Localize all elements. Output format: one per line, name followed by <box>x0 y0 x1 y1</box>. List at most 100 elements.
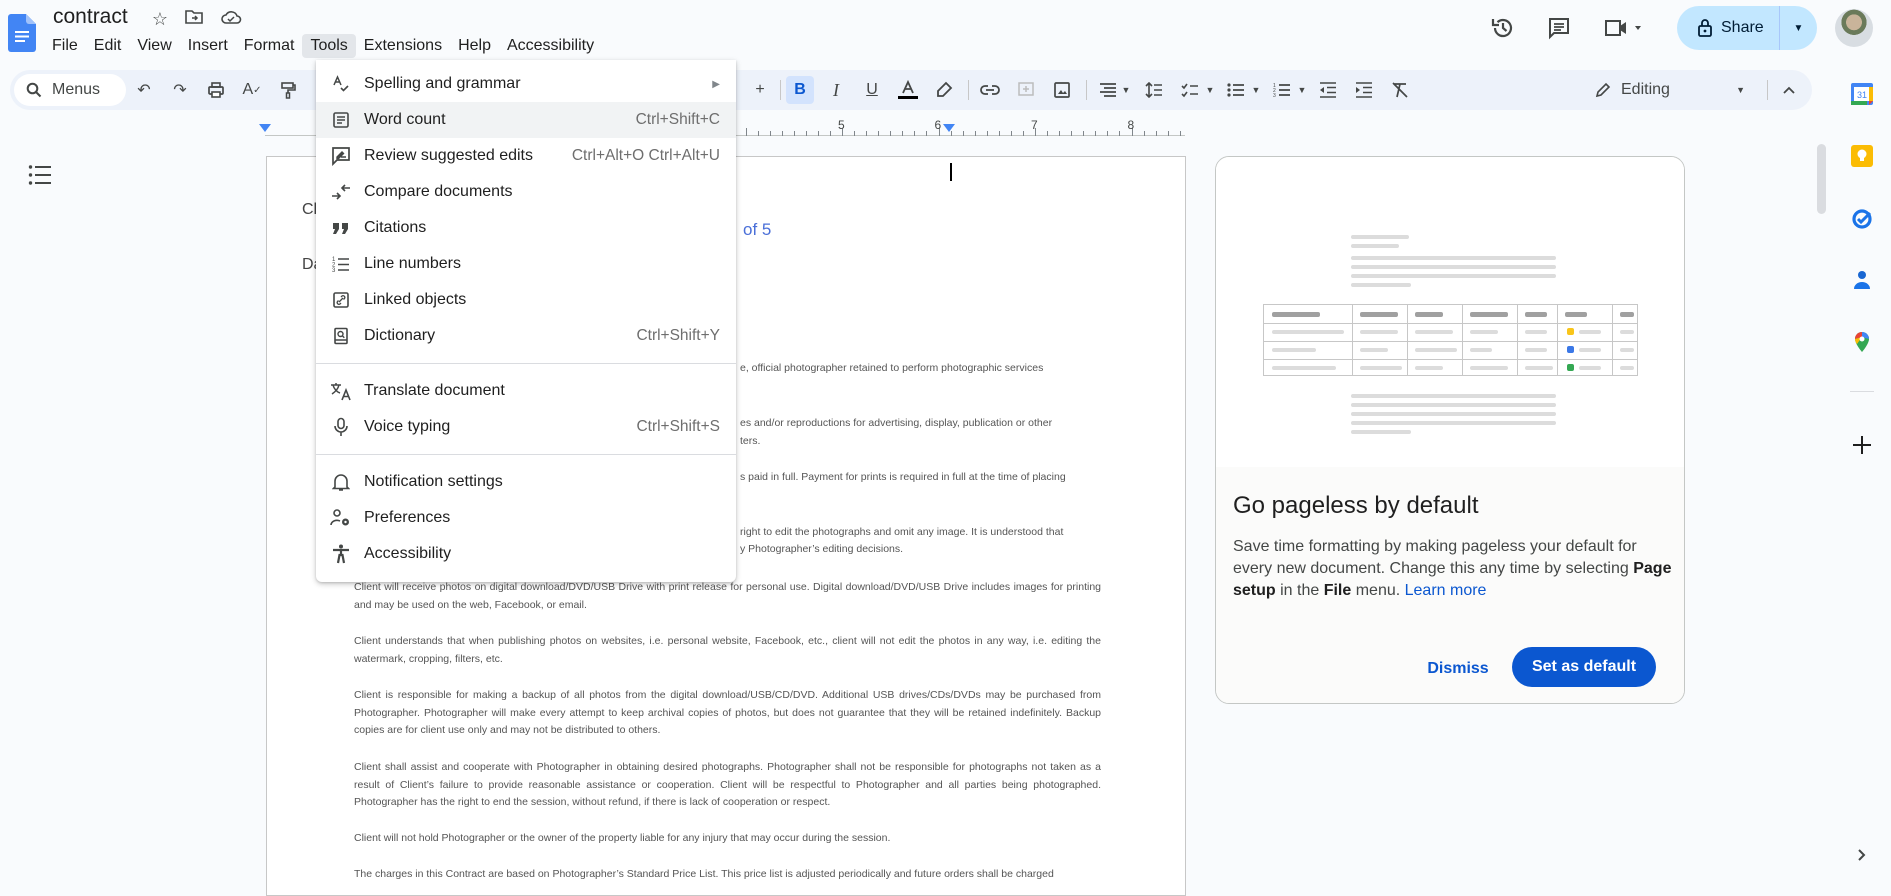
illustration-cell-bar <box>1470 330 1498 334</box>
meet-icon[interactable] <box>1603 14 1649 42</box>
line-spacing-icon[interactable] <box>1140 76 1168 104</box>
illustration-col-line <box>1557 305 1558 375</box>
highlight-color-icon[interactable] <box>930 76 958 104</box>
tools-menu-item-citations[interactable]: Citations <box>316 210 736 246</box>
numbered-list-dropdown-icon[interactable]: ▼ <box>1296 76 1308 104</box>
align-icon[interactable] <box>1094 76 1122 104</box>
spellcheck-toolbar-icon[interactable]: A ✓ <box>238 76 266 104</box>
print-icon[interactable] <box>202 76 230 104</box>
text-color-icon[interactable] <box>894 76 922 104</box>
keep-icon[interactable] <box>1850 144 1874 168</box>
checklist-icon[interactable] <box>1176 76 1204 104</box>
set-as-default-button[interactable]: Set as default <box>1512 647 1656 687</box>
tools-menu-item-accessibility[interactable]: Accessibility <box>316 536 736 572</box>
bulleted-list-dropdown-icon[interactable]: ▼ <box>1250 76 1262 104</box>
hide-menus-chevron-up-icon[interactable] <box>1775 76 1803 104</box>
share-dropdown-icon[interactable]: ▼ <box>1780 23 1817 34</box>
menu-edit[interactable]: Edit <box>86 34 130 58</box>
tools-menu-item-review-suggested-edits[interactable]: Review suggested edits Ctrl+Alt+O Ctrl+Al… <box>316 138 736 174</box>
cloud-saved-icon[interactable] <box>220 8 242 30</box>
contacts-icon[interactable] <box>1850 268 1874 292</box>
document-outline-icon[interactable] <box>28 164 52 188</box>
menu-format[interactable]: Format <box>236 34 303 58</box>
italic-icon[interactable]: I <box>822 76 850 104</box>
menu-accessibility[interactable]: Accessibility <box>499 34 602 58</box>
left-indent-marker[interactable] <box>259 124 271 132</box>
version-history-icon[interactable] <box>1489 14 1517 42</box>
ruler-tick <box>1022 131 1024 136</box>
share-button-group: Share ▼ <box>1677 6 1817 50</box>
tools-menu-item-compare-documents[interactable]: Compare documents <box>316 174 736 210</box>
menu-insert[interactable]: Insert <box>180 34 236 58</box>
checklist-dropdown-icon[interactable]: ▼ <box>1204 76 1216 104</box>
ruler-tick <box>1071 131 1073 136</box>
menu-view[interactable]: View <box>129 34 179 58</box>
search-menus-label: Menus <box>52 81 101 98</box>
menu-item-label: Linked objects <box>364 291 467 308</box>
star-icon[interactable]: ☆ <box>149 8 171 30</box>
increase-indent-icon[interactable] <box>1350 76 1378 104</box>
add-comment-icon[interactable] <box>1012 76 1040 104</box>
menu-item-label: Spelling and grammar <box>364 75 521 92</box>
menu-tools[interactable]: Tools <box>302 34 356 58</box>
undo-icon[interactable]: ↶ <box>130 76 158 104</box>
illustration-cell-bar <box>1620 312 1634 317</box>
formatting-toolbar: Menus ↶ ↷ A ✓ + B I U ▼ ▼ ▼ 123 ▼ Editin… <box>10 70 1812 110</box>
align-dropdown-icon[interactable]: ▼ <box>1120 76 1132 104</box>
underline-icon[interactable]: U <box>858 76 886 104</box>
editing-mode-dropdown[interactable]: Editing ▼ <box>1595 74 1755 106</box>
toolbar-divider <box>1767 80 1768 100</box>
illustration-col-line <box>1462 305 1463 375</box>
tools-menu-item-spelling-and-grammar[interactable]: Spelling and grammar ▶ <box>316 66 736 102</box>
maps-icon[interactable] <box>1850 330 1874 354</box>
ruler-tick <box>1047 131 1049 136</box>
expand-side-panel-chevron-icon[interactable] <box>1856 847 1872 867</box>
learn-more-link[interactable]: Learn more <box>1405 582 1487 599</box>
bold-icon[interactable]: B <box>786 76 814 104</box>
user-avatar[interactable] <box>1835 9 1873 47</box>
insert-link-icon[interactable] <box>976 76 1004 104</box>
comments-icon[interactable] <box>1545 14 1573 42</box>
lock-icon <box>1697 18 1713 38</box>
page-count-text: of 5 <box>743 220 772 239</box>
menu-item-label: Word count <box>364 111 446 128</box>
tools-menu-item-dictionary[interactable]: Dictionary Ctrl+Shift+Y <box>316 318 736 354</box>
tools-menu-item-word-count[interactable]: Word count Ctrl+Shift+C <box>316 102 736 138</box>
illustration-cell-bar <box>1620 330 1634 334</box>
paint-format-icon[interactable] <box>274 76 302 104</box>
numbered-list-icon[interactable]: 123 <box>1268 76 1296 104</box>
add-addon-plus-icon[interactable] <box>1850 433 1874 457</box>
calendar-icon[interactable]: 31 <box>1850 82 1874 106</box>
docs-logo-icon[interactable] <box>8 14 36 52</box>
menu-extensions[interactable]: Extensions <box>356 34 450 58</box>
tools-menu-item-notification-settings[interactable]: Notification settings <box>316 464 736 500</box>
tools-menu-item-translate-document[interactable]: Translate document <box>316 373 736 409</box>
spellcheck-icon <box>330 73 352 95</box>
tools-menu-item-voice-typing[interactable]: Voice typing Ctrl+Shift+S <box>316 409 736 445</box>
tools-menu-item-preferences[interactable]: Preferences <box>316 500 736 536</box>
redo-icon[interactable]: ↷ <box>166 76 194 104</box>
increase-font-size-icon[interactable]: + <box>746 76 774 104</box>
illustration-line <box>1351 265 1556 269</box>
share-button[interactable]: Share <box>1677 6 1780 50</box>
menu-file[interactable]: File <box>44 34 86 58</box>
ruler-tick <box>902 131 904 136</box>
decrease-indent-icon[interactable] <box>1314 76 1342 104</box>
bulleted-list-icon[interactable] <box>1222 76 1250 104</box>
insert-image-icon[interactable] <box>1048 76 1076 104</box>
share-label: Share <box>1721 19 1764 36</box>
tools-menu-item-linked-objects[interactable]: Linked objects <box>316 282 736 318</box>
clear-formatting-icon[interactable] <box>1386 76 1414 104</box>
right-indent-marker[interactable] <box>943 124 955 132</box>
menu-help[interactable]: Help <box>450 34 499 58</box>
tasks-icon[interactable] <box>1850 206 1874 230</box>
tools-menu-item-line-numbers[interactable]: 1 2 3 Line numbers <box>316 246 736 282</box>
search-menus-button[interactable]: Menus <box>14 74 126 106</box>
vertical-scrollbar[interactable] <box>1817 144 1826 214</box>
document-title[interactable]: contract <box>53 5 128 29</box>
illustration-line <box>1351 235 1409 239</box>
ruler-tick <box>793 131 795 136</box>
move-folder-icon[interactable] <box>184 8 206 30</box>
dismiss-button[interactable]: Dismiss <box>1413 651 1503 687</box>
ruler-tick <box>866 131 868 136</box>
